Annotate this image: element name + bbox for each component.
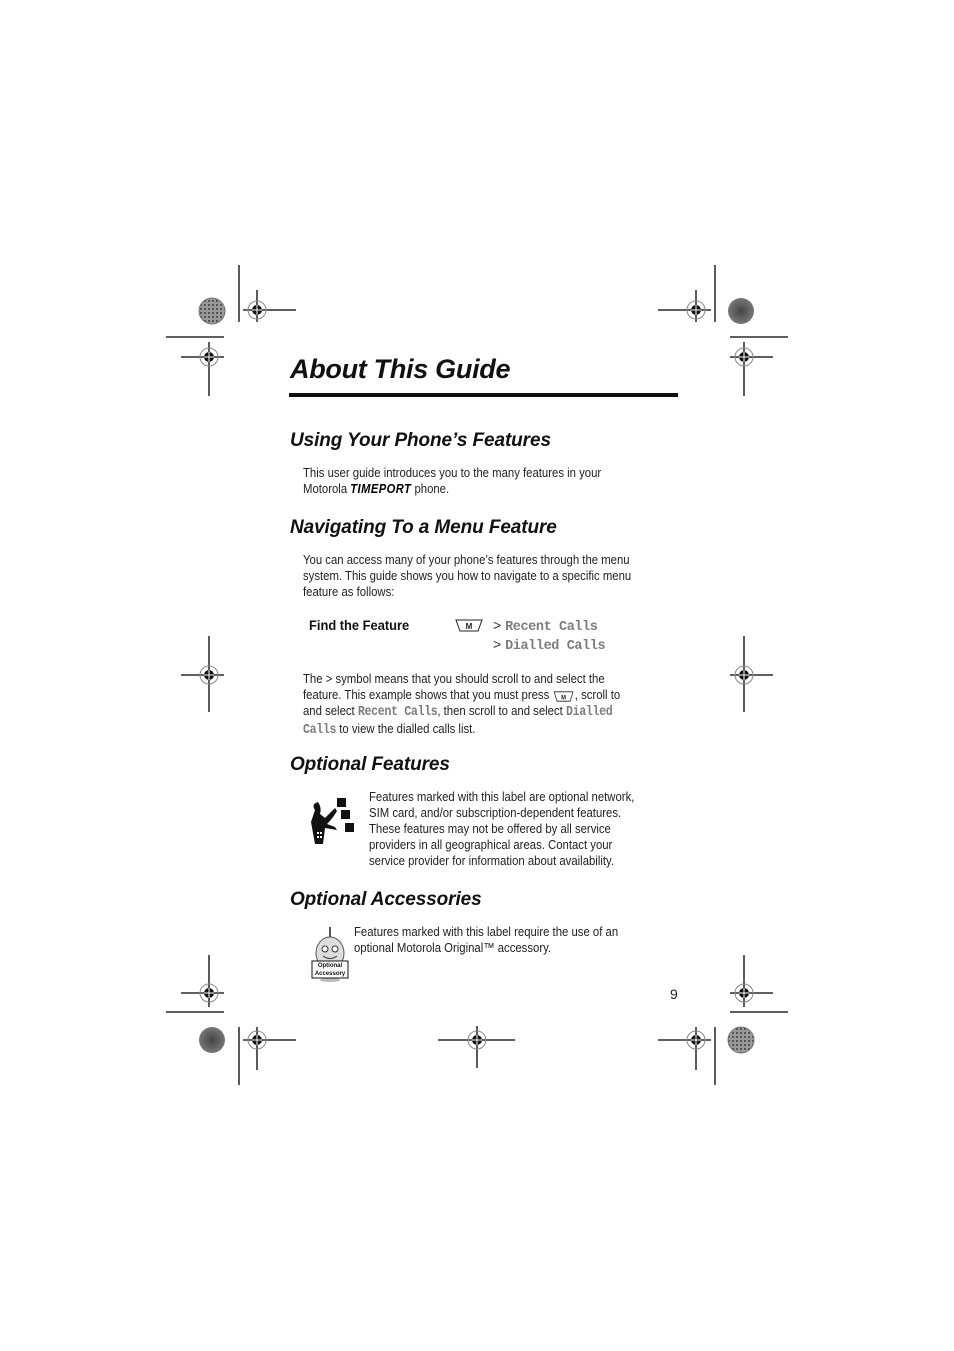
network-feature-icon xyxy=(309,796,357,851)
page-title: About This Guide xyxy=(290,354,511,384)
section-heading-optional-accessories: Optional Accessories xyxy=(290,889,482,910)
inline-menu-item: Dialled xyxy=(565,705,613,720)
body-line: system. This guide shows you how to navi… xyxy=(303,568,632,583)
menu-path: > Recent Calls > Dialled Calls xyxy=(493,617,606,655)
section-heading-using-features: Using Your Phone’s Features xyxy=(290,430,551,451)
body-line: service provider for information about a… xyxy=(369,853,615,868)
icon-label-line: Optional xyxy=(317,963,343,969)
body-line: Features marked with this label require … xyxy=(354,924,619,939)
body-line: Features marked with this label are opti… xyxy=(369,789,635,804)
section-body-explanation: The > symbol means that you should scrol… xyxy=(303,671,699,739)
menu-path-step: > Recent Calls xyxy=(493,617,598,635)
svg-text:M: M xyxy=(466,622,473,631)
section-heading-navigating: Navigating To a Menu Feature xyxy=(290,517,557,538)
body-line: This user guide introduces you to the ma… xyxy=(303,465,602,480)
body-line: optional Motorola Original™ accessory. xyxy=(354,940,552,955)
body-line: Calls to view the dialled calls list. xyxy=(303,721,476,738)
find-the-feature-label: Find the Feature xyxy=(309,617,410,633)
inline-menu-item: Calls xyxy=(303,723,337,738)
body-line: You can access many of your phone’s feat… xyxy=(303,552,630,567)
body-line: providers in all geographical areas. Con… xyxy=(369,837,613,852)
icon-label-line: Accessory xyxy=(314,971,346,977)
section-body-optional-accessories: Features marked with this label require … xyxy=(354,924,681,956)
menu-item-dialled-calls: Dialled Calls xyxy=(505,639,606,654)
body-line: These features may not be offered by all… xyxy=(369,821,611,836)
title-divider xyxy=(289,393,678,397)
body-line: The > symbol means that you should scrol… xyxy=(303,671,605,686)
menu-key-icon: M xyxy=(552,690,574,702)
page-number: 9 xyxy=(670,986,678,1002)
body-line: feature as follows: xyxy=(303,584,395,599)
section-body-optional-features: Features marked with this label are opti… xyxy=(369,789,696,869)
section-body-navigating: You can access many of your phone’s feat… xyxy=(303,552,699,600)
svg-text:M: M xyxy=(561,694,566,702)
section-body-using-features: This user guide introduces you to the ma… xyxy=(303,465,699,497)
body-line: and select Recent Calls, then scroll to … xyxy=(303,703,613,720)
body-line: SIM card, and/or subscription-dependent … xyxy=(369,805,622,820)
body-line: Motorola TIMEPORT phone. xyxy=(303,481,450,496)
menu-path-step: > Dialled Calls xyxy=(493,636,606,654)
inline-menu-item: Recent Calls xyxy=(357,705,438,720)
timeport-logo: TIMEPORT xyxy=(350,481,412,496)
menu-key-icon: M xyxy=(455,619,483,637)
menu-item-recent-calls: Recent Calls xyxy=(505,620,598,635)
body-line: feature. This example shows that you mus… xyxy=(303,687,621,702)
optional-accessory-icon: Optional Accessory xyxy=(308,925,352,983)
section-heading-optional-features: Optional Features xyxy=(290,754,450,775)
